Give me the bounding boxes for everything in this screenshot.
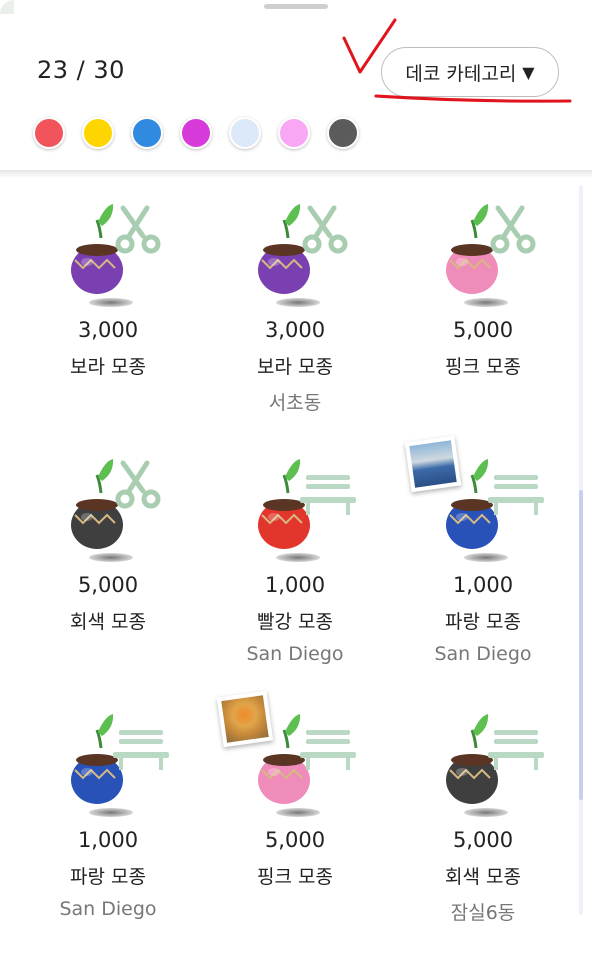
pot-shadow <box>276 298 320 307</box>
plant-pot-icon <box>238 455 356 565</box>
plant-pot-icon <box>51 710 169 820</box>
item-location: San Diego <box>246 643 344 665</box>
item-price: 1,000 <box>77 828 139 852</box>
pot-shadow <box>89 553 133 562</box>
pot-shadow <box>89 298 133 307</box>
color-swatch[interactable] <box>229 117 261 149</box>
product-card[interactable]: 5,000 핑크 모종 <box>202 690 388 940</box>
bench-icon <box>486 471 544 521</box>
item-price: 3,000 <box>77 318 139 342</box>
plant-pot-icon <box>51 455 161 565</box>
item-name: 보라 모종 <box>257 356 333 378</box>
item-name: 핑크 모종 <box>445 356 521 378</box>
item-location: San Diego <box>434 643 532 665</box>
plant-pot-icon <box>426 710 544 820</box>
item-price: 5,000 <box>452 828 514 852</box>
item-price: 3,000 <box>264 318 326 342</box>
scissors-icon <box>111 457 167 515</box>
item-price: 1,000 <box>264 573 326 597</box>
pot-shadow <box>464 553 508 562</box>
dropdown-arrow-icon: ▼ <box>522 62 535 82</box>
pot-shadow <box>89 808 133 817</box>
scissors-icon <box>111 202 167 260</box>
item-location: 서초동 <box>268 392 322 414</box>
bench-icon <box>298 471 356 521</box>
color-swatch[interactable] <box>131 117 163 149</box>
item-price: 5,000 <box>452 318 514 342</box>
item-name: 빨강 모종 <box>257 611 333 633</box>
product-card[interactable]: 1,000 파랑 모종 San Diego <box>390 435 576 685</box>
product-card[interactable]: 5,000 회색 모종잠실6동 <box>390 700 576 940</box>
item-name: 파랑 모종 <box>70 866 146 888</box>
sheet-corner <box>0 0 14 14</box>
color-swatch[interactable] <box>33 117 65 149</box>
food-photo <box>216 690 274 748</box>
plant-pot-icon <box>51 200 161 310</box>
color-swatch[interactable] <box>82 117 114 149</box>
product-card[interactable]: 1,000 빨강 모종 San Diego <box>202 445 388 685</box>
color-swatch[interactable] <box>278 117 310 149</box>
category-dropdown-button[interactable]: 데코 카테고리 ▼ <box>381 47 559 97</box>
item-price: 5,000 <box>77 573 139 597</box>
color-filter-row <box>33 117 359 149</box>
pot-shadow <box>276 808 320 817</box>
category-label: 데코 카테고리 <box>405 62 517 85</box>
pot-shadow <box>276 553 320 562</box>
scrollbar-thumb[interactable] <box>579 490 583 800</box>
product-card[interactable]: 1,000 파랑 모종 San Diego <box>15 700 201 940</box>
item-counter: 23 / 30 <box>37 56 125 84</box>
header-divider <box>0 170 592 178</box>
scissors-icon <box>298 202 354 260</box>
product-card[interactable]: 3,000 보라 모종서초동 <box>202 190 388 430</box>
plant-pot-icon <box>426 200 536 310</box>
drag-handle[interactable] <box>264 4 328 9</box>
harbor-photo <box>404 435 462 493</box>
pot-shadow <box>464 808 508 817</box>
product-card[interactable]: 3,000 보라 모종 <box>15 190 201 430</box>
item-name: 핑크 모종 <box>257 866 333 888</box>
plant-pot-icon <box>238 200 348 310</box>
top-bar: 23 / 30 데코 카테고리 ▼ <box>0 0 592 170</box>
item-price: 1,000 <box>452 573 514 597</box>
product-card[interactable]: 5,000 회색 모종 <box>15 445 201 685</box>
item-location: San Diego <box>59 898 157 920</box>
bench-icon <box>298 726 356 776</box>
product-card[interactable]: 5,000 핑크 모종 <box>390 190 576 430</box>
scissors-icon <box>486 202 542 260</box>
item-name: 보라 모종 <box>70 356 146 378</box>
color-swatch[interactable] <box>180 117 212 149</box>
pot-shadow <box>464 298 508 307</box>
item-name: 회색 모종 <box>445 866 521 888</box>
item-name: 회색 모종 <box>70 611 146 633</box>
item-location: 잠실6동 <box>450 902 516 924</box>
item-price: 5,000 <box>264 828 326 852</box>
item-name: 파랑 모종 <box>445 611 521 633</box>
bench-icon <box>486 726 544 776</box>
color-swatch[interactable] <box>327 117 359 149</box>
bench-icon <box>111 726 169 776</box>
